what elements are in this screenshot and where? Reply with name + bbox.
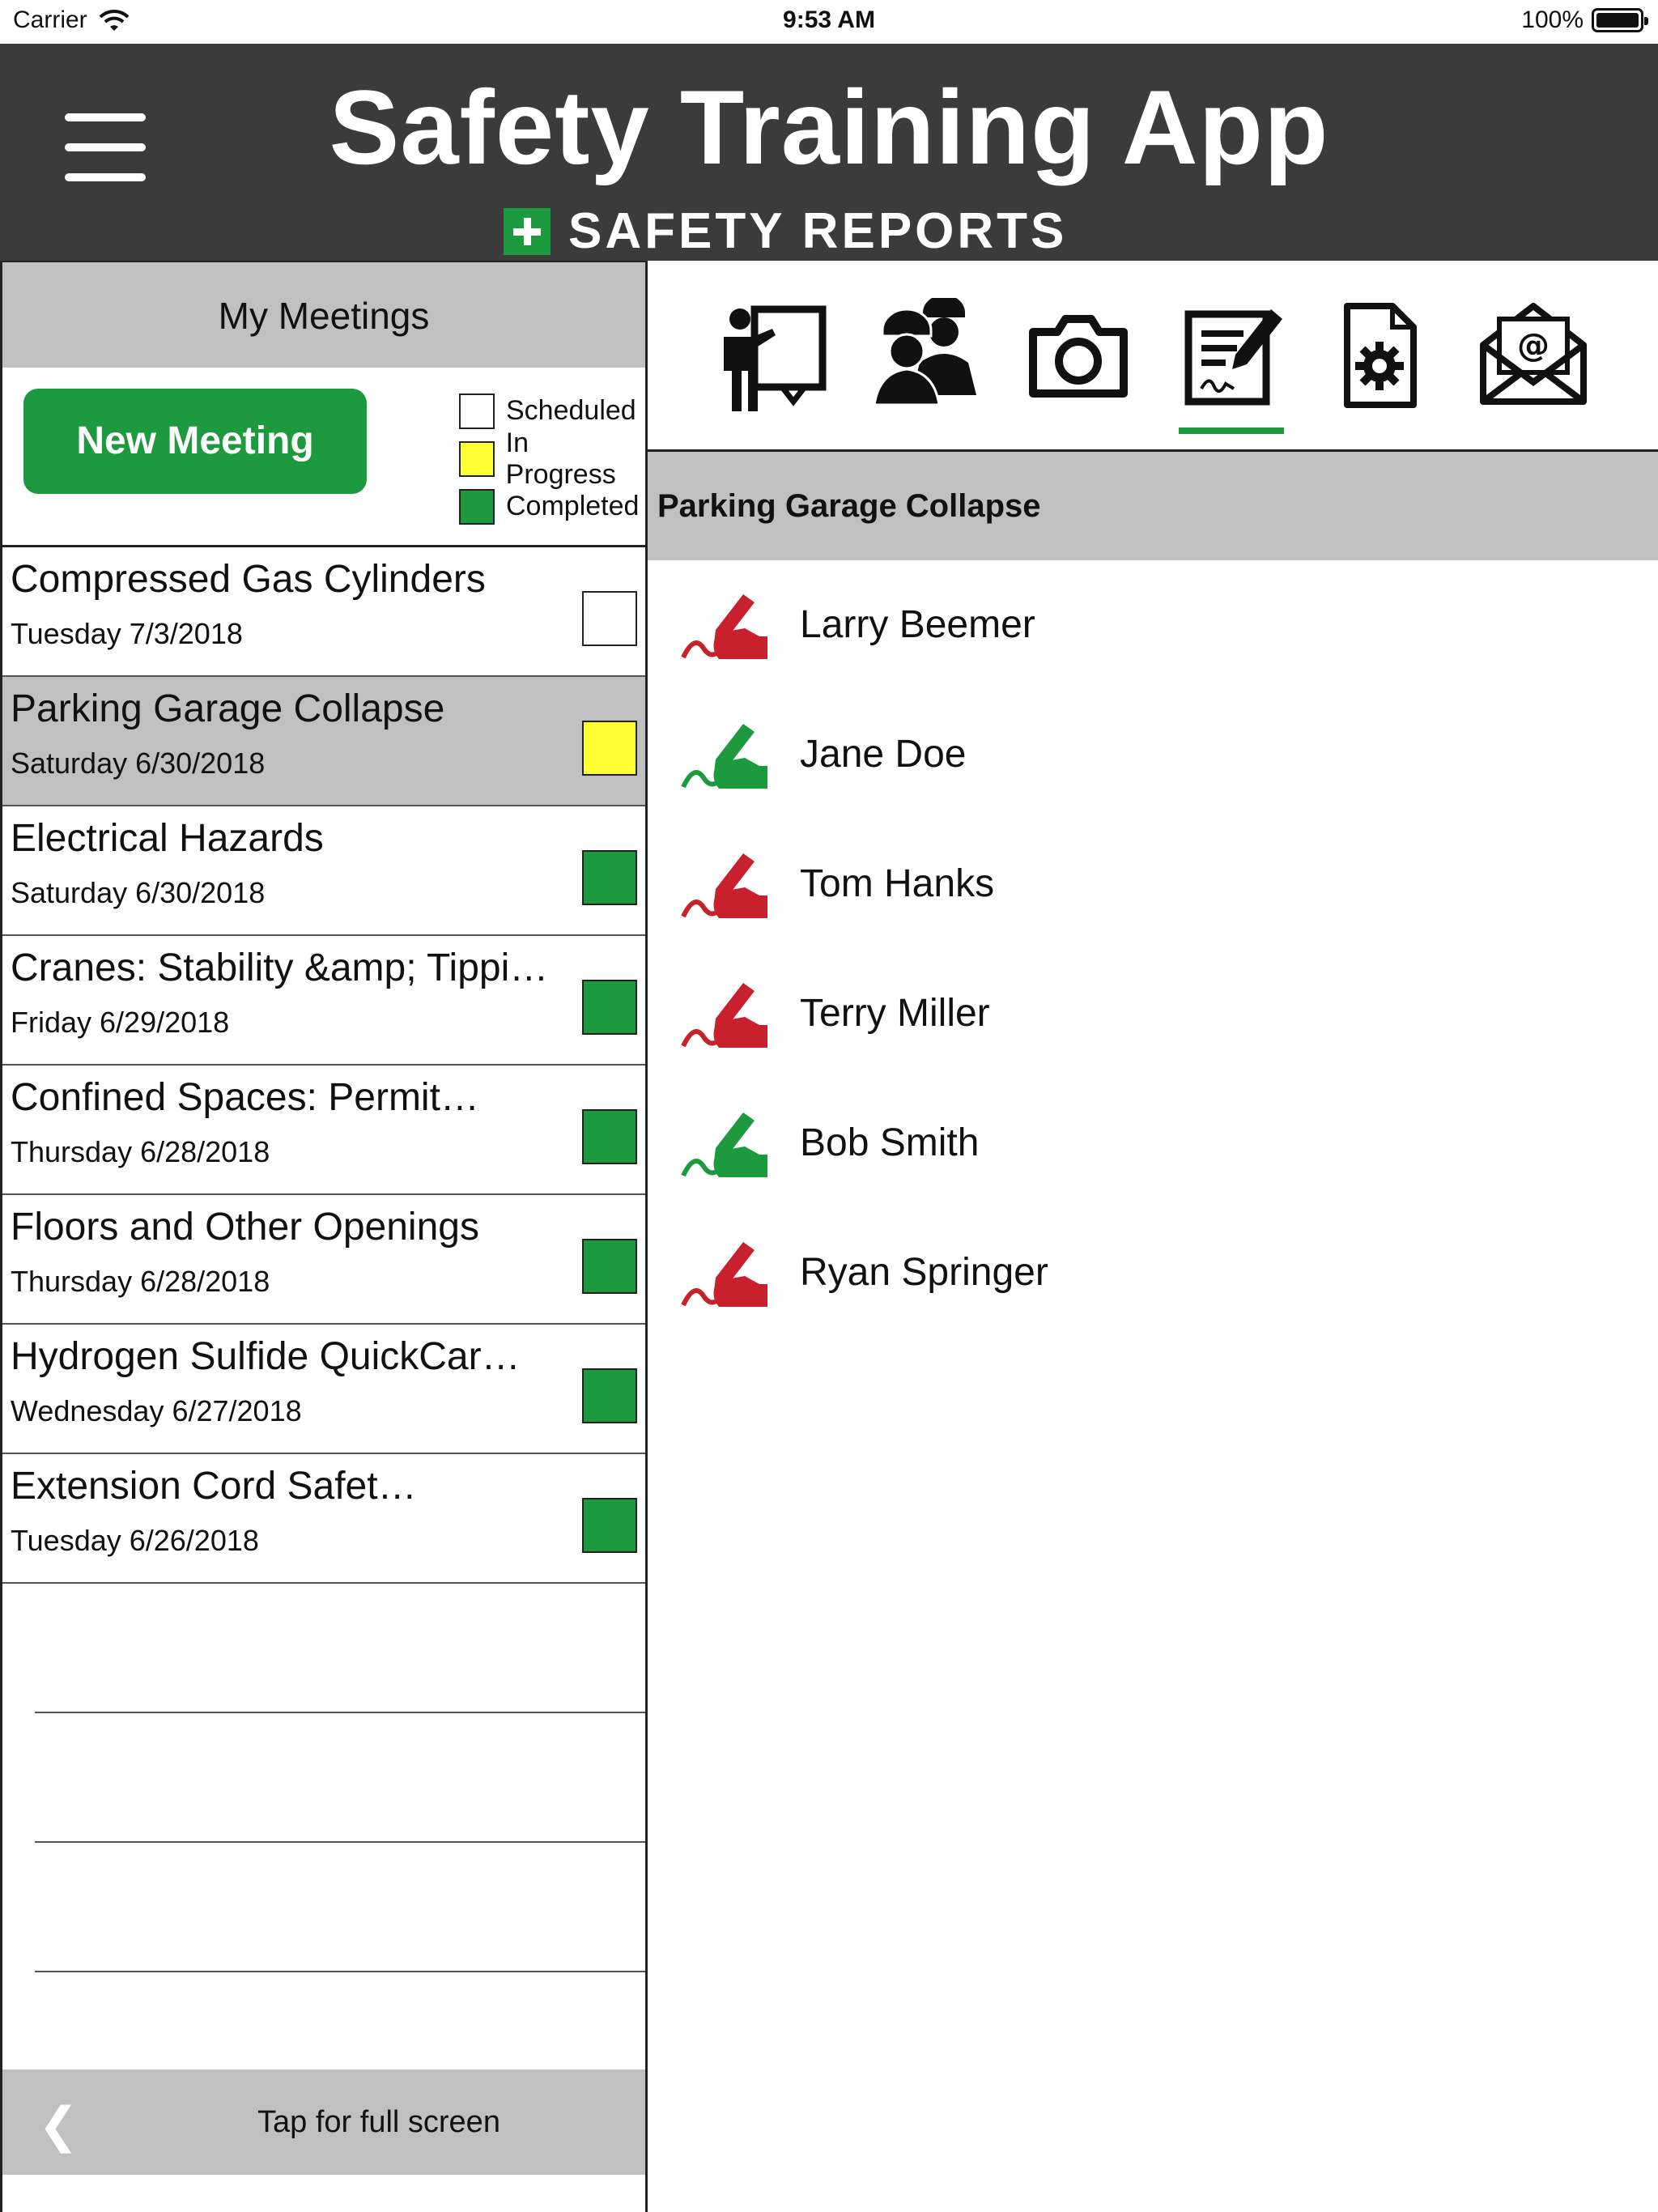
attendee-row[interactable]: Tom Hanks — [648, 819, 1658, 949]
meeting-title: Extension Cord Safet… — [11, 1465, 417, 1508]
signature-signed-icon — [681, 1112, 767, 1177]
status-indicator — [582, 721, 637, 776]
meeting-row[interactable]: Electrical Hazards Saturday 6/30/2018 — [2, 806, 645, 936]
legend-swatch — [459, 488, 495, 525]
empty-row — [35, 1713, 645, 1843]
fullscreen-label: Tap for full screen — [257, 2105, 500, 2139]
presenter-icon[interactable] — [716, 298, 829, 411]
attendee-row[interactable]: Larry Beemer — [648, 560, 1658, 690]
attendee-name: Bob Smith — [800, 1121, 980, 1164]
meeting-title: Compressed Gas Cylinders — [11, 558, 486, 601]
meeting-date: Thursday 6/28/2018 — [11, 1135, 270, 1168]
panel-title: My Meetings — [2, 261, 645, 368]
legend-swatch — [459, 393, 495, 429]
plus-logo-icon — [504, 207, 551, 255]
camera-icon[interactable] — [1022, 298, 1135, 411]
workers-icon[interactable] — [869, 295, 983, 411]
signature-pending-icon — [681, 983, 767, 1048]
meeting-title: Cranes: Stability &amp; Tippi… — [11, 946, 549, 989]
signature-document-icon[interactable] — [1175, 298, 1289, 434]
legend-swatch — [459, 440, 495, 477]
brand-name: SAFETY REPORTS — [568, 203, 1068, 259]
legend-label: Completed — [506, 491, 640, 521]
meeting-detail-panel: @ Parking Garage Collapse Larry Beemer J… — [648, 261, 1658, 2212]
battery-indicator: 100% — [1521, 6, 1648, 34]
status-indicator — [582, 1368, 637, 1423]
meeting-row[interactable]: Floors and Other Openings Thursday 6/28/… — [2, 1195, 645, 1325]
attendee-row[interactable]: Bob Smith — [648, 1078, 1658, 1208]
attendee-name: Jane Doe — [800, 733, 967, 776]
meeting-title: Parking Garage Collapse — [11, 687, 445, 730]
meeting-row[interactable]: Compressed Gas Cylinders Tuesday 7/3/201… — [2, 547, 645, 677]
meeting-date: Saturday 6/30/2018 — [11, 747, 266, 780]
meeting-date: Tuesday 7/3/2018 — [11, 617, 243, 650]
meeting-date: Tuesday 6/26/2018 — [11, 1524, 259, 1557]
meetings-panel: My Meetings New Meeting Scheduled In Pro… — [0, 261, 648, 2212]
attendee-name: Larry Beemer — [800, 603, 1035, 646]
status-indicator — [582, 1239, 637, 1294]
meeting-row[interactable]: Confined Spaces: Permit… Thursday 6/28/2… — [2, 1066, 645, 1195]
meeting-title: Confined Spaces: Permit… — [11, 1076, 479, 1119]
signature-pending-icon — [681, 1242, 767, 1307]
brand-logo: SAFETY REPORTS — [504, 202, 1067, 260]
battery-percent: 100% — [1521, 6, 1584, 33]
attendee-name: Ryan Springer — [800, 1251, 1048, 1294]
meeting-row[interactable]: Extension Cord Safet… Tuesday 6/26/2018 — [2, 1454, 645, 1584]
signature-signed-icon — [681, 724, 767, 789]
status-indicator — [582, 980, 637, 1035]
attendee-row[interactable]: Ryan Springer — [648, 1208, 1658, 1338]
status-indicator — [582, 1498, 637, 1553]
legend-label: Scheduled — [506, 395, 636, 426]
meeting-title: Electrical Hazards — [11, 817, 324, 860]
attendee-row[interactable]: Terry Miller — [648, 949, 1658, 1078]
attendee-name: Tom Hanks — [800, 862, 995, 905]
app-header: Safety Training App SAFETY REPORTS — [0, 44, 1658, 261]
status-bar: Carrier 9:53 AM 100% — [0, 0, 1658, 44]
fullscreen-button[interactable]: ❮ Tap for full screen — [2, 2069, 645, 2175]
status-indicator — [582, 850, 637, 905]
email-icon[interactable]: @ — [1477, 298, 1590, 411]
meeting-row[interactable]: Parking Garage Collapse Saturday 6/30/20… — [2, 677, 645, 806]
settings-document-icon[interactable] — [1324, 298, 1438, 411]
signature-pending-icon — [681, 853, 767, 918]
meeting-row[interactable]: Cranes: Stability &amp; Tippi… Friday 6/… — [2, 936, 645, 1066]
svg-text:@: @ — [1517, 327, 1550, 364]
status-legend: Scheduled In Progress Completed — [459, 387, 645, 530]
attendee-name: Terry Miller — [800, 992, 990, 1035]
selected-meeting-title: Parking Garage Collapse — [648, 452, 1658, 560]
meeting-date: Saturday 6/30/2018 — [11, 876, 266, 909]
signature-pending-icon — [681, 594, 767, 659]
meeting-title: Hydrogen Sulfide QuickCar… — [11, 1335, 521, 1378]
meeting-date: Friday 6/29/2018 — [11, 1006, 230, 1039]
attendee-row[interactable]: Jane Doe — [648, 690, 1658, 819]
legend-label: In Progress — [505, 427, 616, 490]
status-indicator — [582, 591, 637, 646]
new-meeting-button[interactable]: New Meeting — [23, 389, 367, 494]
meeting-title: Floors and Other Openings — [11, 1206, 479, 1249]
meeting-list: Compressed Gas Cylinders Tuesday 7/3/201… — [2, 547, 645, 1972]
status-indicator — [582, 1109, 637, 1164]
meeting-date: Wednesday 6/27/2018 — [11, 1394, 302, 1427]
attendee-list: Larry Beemer Jane Doe Tom Hanks Terry Mi… — [648, 560, 1658, 1338]
app-title: Safety Training App — [329, 68, 1329, 186]
meeting-date: Thursday 6/28/2018 — [11, 1265, 270, 1298]
legend-item-in-progress: In Progress — [459, 428, 645, 490]
battery-icon — [1592, 8, 1648, 32]
empty-row — [35, 1843, 645, 1972]
meeting-controls: New Meeting Scheduled In Progress Comple… — [2, 368, 645, 547]
empty-row — [35, 1584, 645, 1713]
clock: 9:53 AM — [783, 6, 875, 33]
meeting-row[interactable]: Hydrogen Sulfide QuickCar… Wednesday 6/2… — [2, 1325, 645, 1454]
meeting-toolbar: @ — [648, 261, 1658, 452]
